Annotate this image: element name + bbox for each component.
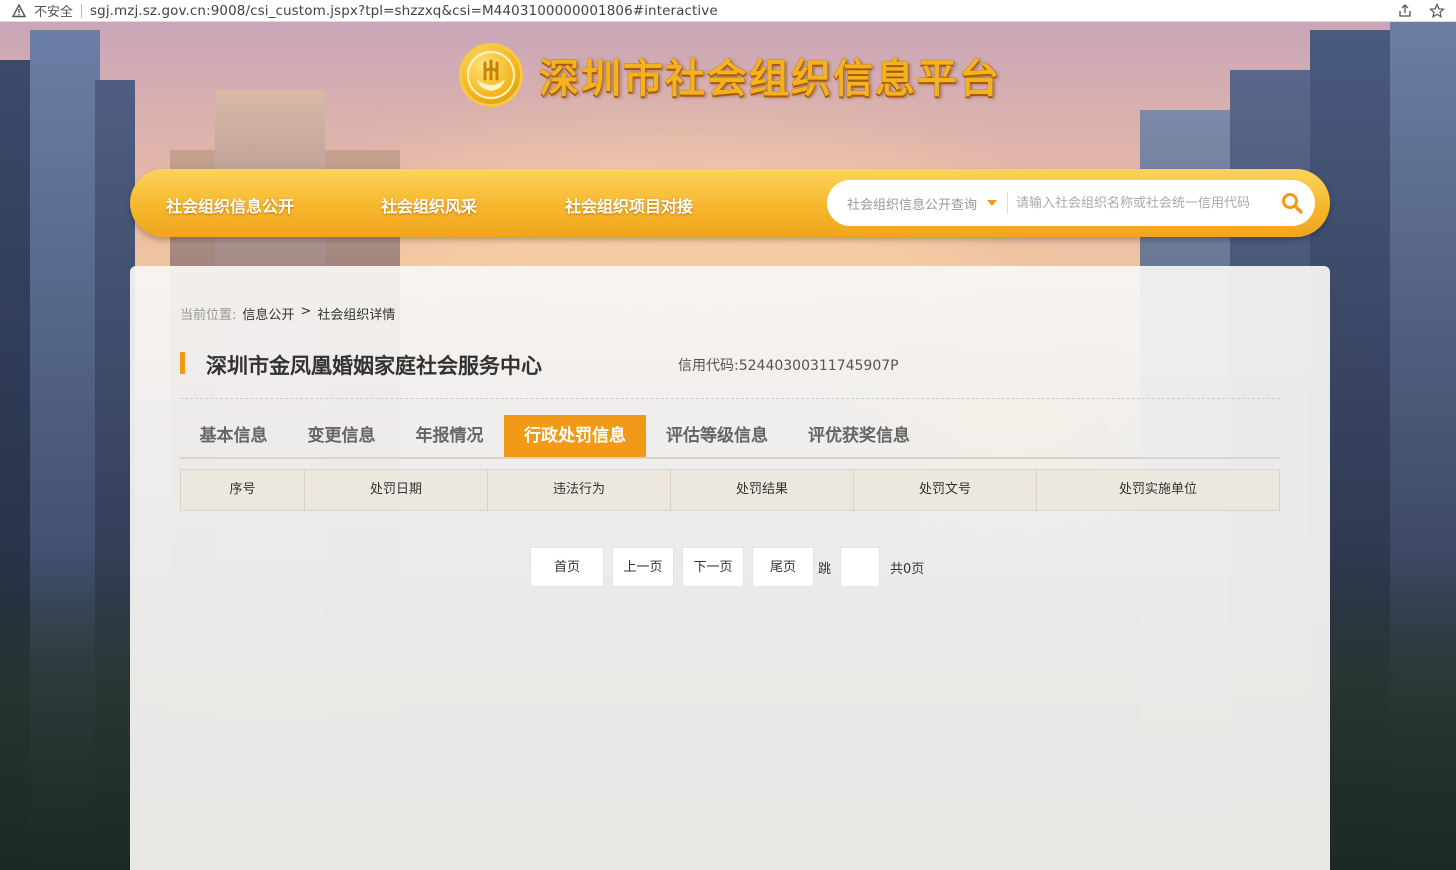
- nav-item-org-showcase[interactable]: 社会组织风采: [381, 193, 477, 217]
- column-header-enforcement-unit: 处罚实施单位: [1118, 482, 1197, 497]
- column-header-document-no: 处罚文号: [854, 470, 1037, 510]
- credit-code-value: 52440300311745907P: [738, 358, 899, 374]
- site-title: 深圳市社会组织信息平台: [539, 56, 1001, 102]
- next-page-button[interactable]: 下一页: [682, 547, 744, 587]
- warning-icon[interactable]: [12, 3, 26, 18]
- tab-evaluation-level[interactable]: 评估等级信息: [646, 415, 788, 457]
- browser-address-bar: 不安全 sgj.mzj.sz.gov.cn:9008/csi_custom.js…: [0, 0, 1456, 22]
- logo-emblem-icon: [459, 43, 523, 107]
- breadcrumb-prefix: 当前位置:: [180, 308, 237, 323]
- share-icon[interactable]: [1396, 2, 1414, 20]
- dashed-divider: [180, 398, 1280, 399]
- search-type-select[interactable]: 社会组织信息公开查询: [847, 194, 998, 213]
- prev-page-button[interactable]: 上一页: [612, 547, 674, 587]
- insecure-label[interactable]: 不安全: [34, 1, 73, 20]
- org-title-row: 深圳市金凤凰婚姻家庭社会服务中心 信用代码:52440300311745907P: [180, 350, 1280, 380]
- search-icon[interactable]: [1281, 192, 1303, 214]
- bookmark-star-icon[interactable]: [1428, 2, 1446, 20]
- content-panel: 当前位置: 信息公开 > 社会组织详情 深圳市金凤凰婚姻家庭社会服务中心 信用代…: [130, 266, 1330, 870]
- column-header-violation: 违法行为: [488, 470, 671, 510]
- jump-page-input[interactable]: [840, 547, 881, 587]
- org-name: 深圳市金凤凰婚姻家庭社会服务中心: [206, 354, 542, 378]
- tab-change-info[interactable]: 变更信息: [287, 415, 396, 457]
- url-text[interactable]: sgj.mzj.sz.gov.cn:9008/csi_custom.jspx?t…: [90, 3, 718, 19]
- search-input[interactable]: [1016, 195, 1279, 211]
- first-page-button[interactable]: 首页: [530, 547, 604, 587]
- breadcrumb-link-info[interactable]: 信息公开: [242, 304, 294, 323]
- address-separator: [81, 3, 83, 18]
- site-logo[interactable]: 深圳市社会组织信息平台: [459, 43, 1001, 107]
- nav-item-info-disclosure[interactable]: 社会组织信息公开: [166, 193, 294, 217]
- jump-label: 跳: [818, 561, 832, 577]
- tab-annual-report[interactable]: 年报情况: [396, 415, 503, 457]
- last-page-button[interactable]: 尾页: [752, 547, 814, 587]
- credit-code: 信用代码:52440300311745907P: [678, 355, 899, 375]
- pagination: 首页 上一页 下一页 尾页 跳 共0页: [530, 547, 924, 587]
- penalty-table-header: 序号 处罚日期 违法行为 处罚结果 处罚文号 处罚实施单位: [180, 469, 1280, 511]
- search-divider: [1007, 192, 1009, 214]
- title-accent-bar: [180, 352, 185, 374]
- main-nav-bar: 社会组织信息公开 社会组织风采 社会组织项目对接 社会组织信息公开查询: [130, 169, 1330, 237]
- tab-administrative-penalty[interactable]: 行政处罚信息: [504, 415, 646, 457]
- column-header-penalty-date: 处罚日期: [305, 470, 488, 510]
- tab-basic-info[interactable]: 基本信息: [180, 415, 287, 457]
- detail-tabs: 基本信息 变更信息 年报情况 行政处罚信息 评估等级信息 评优获奖信息: [180, 415, 1280, 459]
- breadcrumb-separator: >: [300, 304, 312, 319]
- breadcrumb-current: 社会组织详情: [317, 308, 396, 323]
- search-box: 社会组织信息公开查询: [827, 180, 1315, 226]
- chevron-down-icon: [987, 200, 998, 206]
- nav-item-project-matching[interactable]: 社会组织项目对接: [565, 193, 693, 217]
- credit-code-label: 信用代码:: [678, 358, 739, 374]
- total-pages: 共0页: [890, 561, 925, 577]
- tab-awards[interactable]: 评优获奖信息: [788, 415, 930, 457]
- column-header-penalty-result: 处罚结果: [671, 470, 854, 510]
- column-header-index: 序号: [181, 470, 305, 510]
- breadcrumb: 当前位置: 信息公开 > 社会组织详情: [180, 304, 395, 323]
- search-type-label: 社会组织信息公开查询: [847, 197, 978, 213]
- browser-actions: [1396, 2, 1446, 20]
